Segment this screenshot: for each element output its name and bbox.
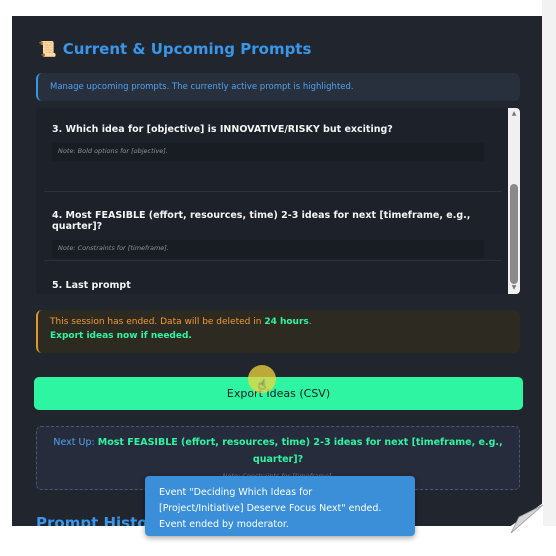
next-up-prompt: Most FEASIBLE (effort, resources, time) … bbox=[97, 437, 503, 465]
event-ended-toast[interactable]: Event "Deciding Which Ideas for [Project… bbox=[145, 476, 415, 536]
toast-line: [Project/Initiative] Deserve Focus Next"… bbox=[159, 503, 382, 514]
toast-line: Event ended by moderator. bbox=[159, 519, 289, 530]
info-banner: Manage upcoming prompts. The currently a… bbox=[36, 73, 520, 101]
prompt-note: Note: Constraints for [timeframe]. bbox=[52, 240, 484, 258]
divider bbox=[44, 191, 502, 192]
list-item[interactable]: 5. Last prompt bbox=[36, 280, 508, 291]
hand-cursor-icon: ☝ bbox=[258, 378, 266, 393]
warning-text: This session has ended. Data will be del… bbox=[50, 317, 265, 327]
prompt-title: 5. Last prompt bbox=[52, 280, 131, 291]
list-item[interactable]: 4. Most FEASIBLE (effort, resources, tim… bbox=[36, 210, 508, 258]
next-up-label: Next Up: bbox=[53, 437, 95, 448]
section-header: 📜 Current & Upcoming Prompts bbox=[38, 40, 311, 58]
scroll-down-icon[interactable]: ▼ bbox=[510, 284, 518, 292]
section-title: Current & Upcoming Prompts bbox=[62, 40, 312, 58]
export-csv-button[interactable]: Export Ideas (CSV) bbox=[34, 377, 523, 410]
divider bbox=[44, 260, 502, 261]
page-curl-icon bbox=[501, 503, 543, 533]
scroll-up-icon[interactable]: ▲ bbox=[510, 110, 518, 118]
warning-export-hint: Export ideas now if needed. bbox=[50, 331, 192, 341]
prompt-title: 4. Most FEASIBLE (effort, resources, tim… bbox=[52, 210, 471, 232]
session-ended-warning: This session has ended. Data will be del… bbox=[36, 310, 520, 353]
prompt-note: Note: Bold options for [objective]. bbox=[52, 143, 484, 161]
next-up-text: Next Up: Most FEASIBLE (effort, resource… bbox=[51, 434, 505, 468]
warning-text-end: . bbox=[308, 317, 312, 327]
info-banner-text: Manage upcoming prompts. The currently a… bbox=[50, 82, 354, 92]
scrollbar[interactable]: ▲ ▼ bbox=[508, 108, 520, 294]
prompt-title: 3. Which idea for [objective] is INNOVAT… bbox=[52, 124, 393, 135]
main-panel: 📜 Current & Upcoming Prompts Manage upco… bbox=[12, 16, 543, 526]
scrollbar-thumb[interactable] bbox=[510, 184, 518, 284]
window-edge bbox=[542, 0, 556, 526]
warning-highlight: 24 hours bbox=[264, 317, 309, 327]
toast-line: Event "Deciding Which Ideas for bbox=[159, 487, 313, 498]
list-item[interactable]: 3. Which idea for [objective] is INNOVAT… bbox=[36, 124, 508, 161]
scroll-icon: 📜 bbox=[38, 40, 57, 58]
prompt-list[interactable]: 3. Which idea for [objective] is INNOVAT… bbox=[36, 108, 520, 294]
warning-line: This session has ended. Data will be del… bbox=[50, 317, 520, 327]
